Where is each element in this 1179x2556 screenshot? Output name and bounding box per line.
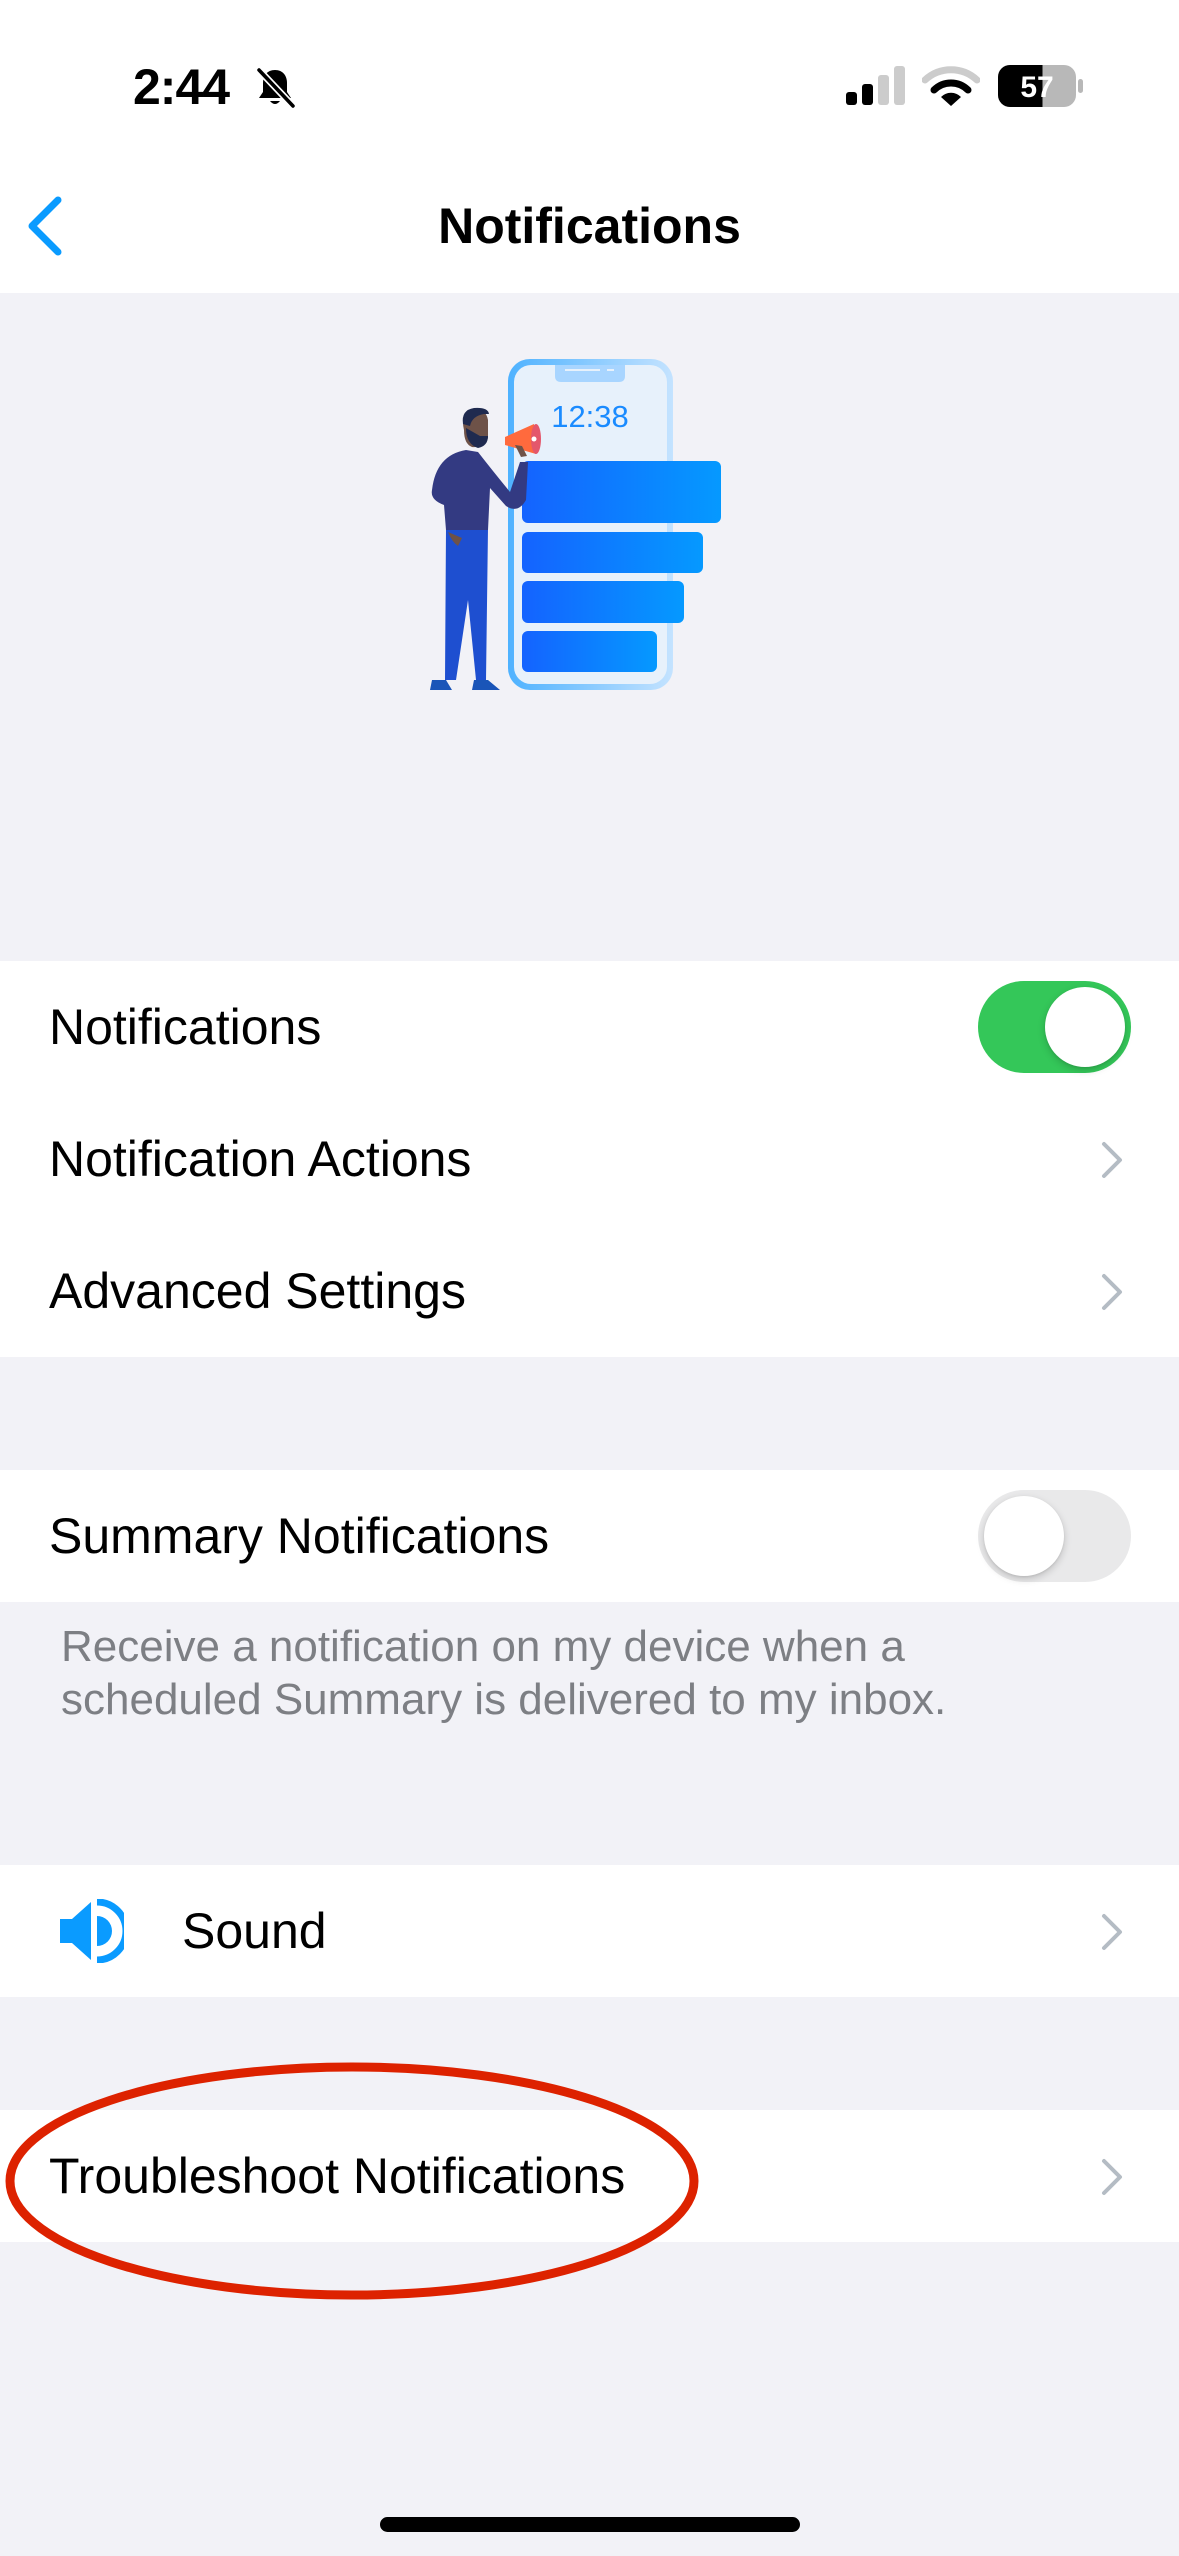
sound-label: Sound	[182, 1903, 327, 1959]
toggle-knob	[1045, 987, 1125, 1067]
notification-bar	[522, 461, 721, 523]
battery-icon: 57	[998, 65, 1083, 107]
notifications-illustration: 12:38	[430, 359, 721, 690]
phone-clock: 12:38	[551, 399, 629, 434]
notifications-toggle[interactable]	[978, 981, 1131, 1073]
notifications-label: Notifications	[49, 999, 322, 1055]
troubleshoot-notifications-row[interactable]: Troubleshoot Notifications	[0, 2110, 1179, 2242]
sound-group: Sound	[0, 1865, 1179, 1997]
notifications-row[interactable]: Notifications	[0, 961, 1179, 1093]
advanced-settings-label: Advanced Settings	[49, 1263, 466, 1319]
advanced-settings-row[interactable]: Advanced Settings	[0, 1225, 1179, 1357]
notification-settings-group: Notifications Notification Actions Advan…	[0, 961, 1179, 1357]
troubleshoot-group: Troubleshoot Notifications	[0, 2110, 1179, 2242]
summary-notifications-label: Summary Notifications	[49, 1508, 550, 1564]
speaker-icon	[60, 1899, 124, 1963]
toggle-knob	[984, 1496, 1064, 1576]
notification-actions-label: Notification Actions	[49, 1131, 472, 1187]
page-title: Notifications	[438, 198, 741, 254]
chevron-right-icon	[1102, 1274, 1122, 1310]
notification-actions-row[interactable]: Notification Actions	[0, 1093, 1179, 1225]
summary-notifications-row[interactable]: Summary Notifications	[0, 1470, 1179, 1602]
battery-percent: 57	[1020, 71, 1053, 104]
chevron-right-icon	[1102, 2159, 1122, 2195]
cellular-signal-icon	[846, 66, 905, 105]
sound-row[interactable]: Sound	[0, 1865, 1179, 1997]
summary-footer-text: Receive a notification on my device when…	[61, 1622, 947, 1724]
chevron-right-icon	[1102, 1914, 1122, 1950]
summary-group: Summary Notifications	[0, 1470, 1179, 1602]
chevron-right-icon	[1102, 1142, 1122, 1178]
wifi-icon	[922, 66, 980, 106]
notification-bar	[522, 631, 657, 672]
bell-slash-icon	[256, 67, 296, 109]
status-time: 2:44	[133, 59, 230, 115]
notification-bar	[522, 532, 703, 573]
summary-notifications-toggle[interactable]	[978, 1490, 1131, 1582]
phone-notch	[555, 365, 625, 382]
home-indicator[interactable]	[380, 2517, 800, 2532]
troubleshoot-notifications-label: Troubleshoot Notifications	[49, 2148, 626, 2204]
notification-bar	[522, 581, 684, 623]
